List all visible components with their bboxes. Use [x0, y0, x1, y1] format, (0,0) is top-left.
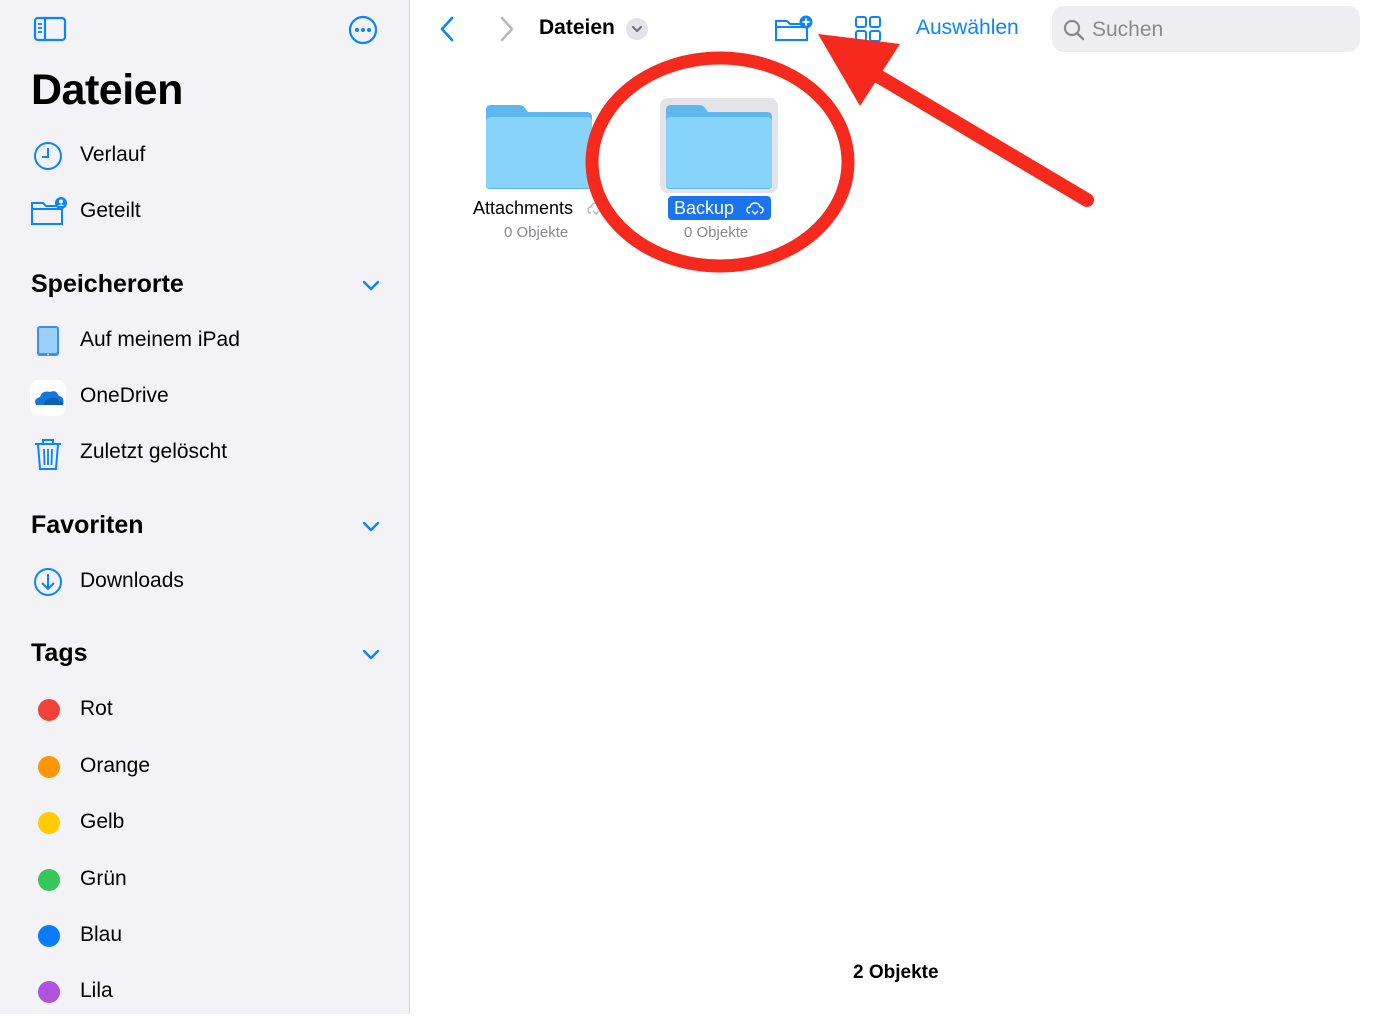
- sidebar-item-label: Rot: [80, 697, 113, 720]
- sidebar-item-ipad[interactable]: Auf meinem iPad: [0, 316, 410, 366]
- new-folder-icon: [775, 15, 813, 41]
- sidebar: Dateien Verlauf Geteilt Speicherorte Auf…: [0, 0, 410, 1014]
- tag-color-dot: [38, 756, 60, 778]
- chevron-down-icon: [360, 515, 382, 537]
- sidebar-item-label: Auf meinem iPad: [80, 328, 240, 351]
- sidebar-tag-rot[interactable]: Rot: [0, 685, 410, 735]
- section-title: Tags: [31, 639, 88, 667]
- tag-color-dot: [38, 925, 60, 947]
- folder-item-count: 0 Objekte: [684, 224, 749, 241]
- sidebar-item-label: Lila: [80, 979, 113, 1002]
- chevron-down-icon: [360, 643, 382, 665]
- sidebar-item-geteilt[interactable]: Geteilt: [0, 187, 410, 237]
- sidebar-item-label: Gelb: [80, 810, 125, 833]
- trash-icon: [30, 436, 66, 470]
- grid-view-button[interactable]: [853, 14, 883, 44]
- shared-folder-icon: [30, 195, 67, 229]
- folder-icon: [486, 105, 592, 189]
- section-header-favoriten[interactable]: Favoriten: [0, 505, 410, 545]
- sidebar-tag-lila[interactable]: Lila: [0, 967, 410, 1017]
- sidebar-item-label: Grün: [80, 867, 127, 890]
- main-content: Dateien Auswählen Attachments 0 Objekte …: [411, 0, 1390, 1014]
- sidebar-tag-gelb[interactable]: Gelb: [0, 798, 410, 848]
- sidebar-item-label: Geteilt: [80, 199, 141, 222]
- new-folder-button[interactable]: [773, 12, 815, 46]
- onedrive-icon: [30, 380, 66, 416]
- tag-color-dot: [38, 699, 60, 721]
- grid-view-icon: [855, 16, 881, 42]
- section-header-speicherorte[interactable]: Speicherorte: [0, 264, 410, 304]
- search-field[interactable]: [1052, 6, 1360, 52]
- sidebar-tag-blau[interactable]: Blau: [0, 911, 410, 961]
- more-options-icon[interactable]: [347, 14, 379, 46]
- sidebar-item-onedrive[interactable]: OneDrive: [0, 372, 410, 422]
- clock-icon: [30, 139, 66, 173]
- ipad-icon: [30, 324, 66, 358]
- tag-color-dot: [38, 981, 60, 1003]
- folder-name: Attachments: [473, 198, 574, 218]
- item-count-footer: 2 Objekte: [853, 962, 939, 983]
- sidebar-title: Dateien: [31, 66, 183, 114]
- chevron-down-icon: [360, 274, 382, 296]
- download-icon: [30, 565, 66, 599]
- chevron-right-icon: [500, 16, 514, 42]
- folder-item-count: 0 Objekte: [504, 224, 569, 241]
- sidebar-item-label: Orange: [80, 754, 151, 777]
- cloud-download-icon: [746, 202, 764, 215]
- select-button[interactable]: Auswählen: [916, 16, 1019, 40]
- sidebar-item-verlauf[interactable]: Verlauf: [0, 131, 410, 181]
- sidebar-item-label: Blau: [80, 923, 123, 946]
- cloud-download-icon: [587, 202, 605, 215]
- folder-attachments[interactable]: Attachments 0 Objekte: [467, 98, 627, 248]
- search-input[interactable]: [1090, 12, 1354, 48]
- folder-name: Backup: [674, 198, 735, 218]
- folder-backup[interactable]: Backup 0 Objekte: [647, 96, 807, 248]
- breadcrumb-title[interactable]: Dateien: [539, 16, 615, 40]
- tag-color-dot: [38, 812, 60, 834]
- folder-icon: [666, 105, 772, 189]
- chevron-left-icon: [440, 16, 454, 42]
- forward-button[interactable]: [495, 14, 519, 44]
- breadcrumb-chevron-down-icon[interactable]: [626, 18, 648, 40]
- section-title: Speicherorte: [31, 270, 184, 298]
- section-header-tags[interactable]: Tags: [0, 633, 410, 673]
- sidebar-toggle-icon[interactable]: [33, 14, 67, 46]
- sidebar-item-label: OneDrive: [80, 384, 169, 407]
- tag-color-dot: [38, 869, 60, 891]
- back-button[interactable]: [435, 14, 459, 44]
- sidebar-item-label: Zuletzt gelöscht: [80, 440, 228, 463]
- search-icon: [1062, 18, 1086, 42]
- section-title: Favoriten: [31, 511, 144, 539]
- sidebar-item-deleted[interactable]: Zuletzt gelöscht: [0, 428, 410, 478]
- sidebar-item-downloads[interactable]: Downloads: [0, 557, 410, 607]
- sidebar-tag-orange[interactable]: Orange: [0, 742, 410, 792]
- sidebar-item-label: Verlauf: [80, 143, 146, 166]
- sidebar-tag-gruen[interactable]: Grün: [0, 855, 410, 905]
- sidebar-item-label: Downloads: [80, 569, 184, 592]
